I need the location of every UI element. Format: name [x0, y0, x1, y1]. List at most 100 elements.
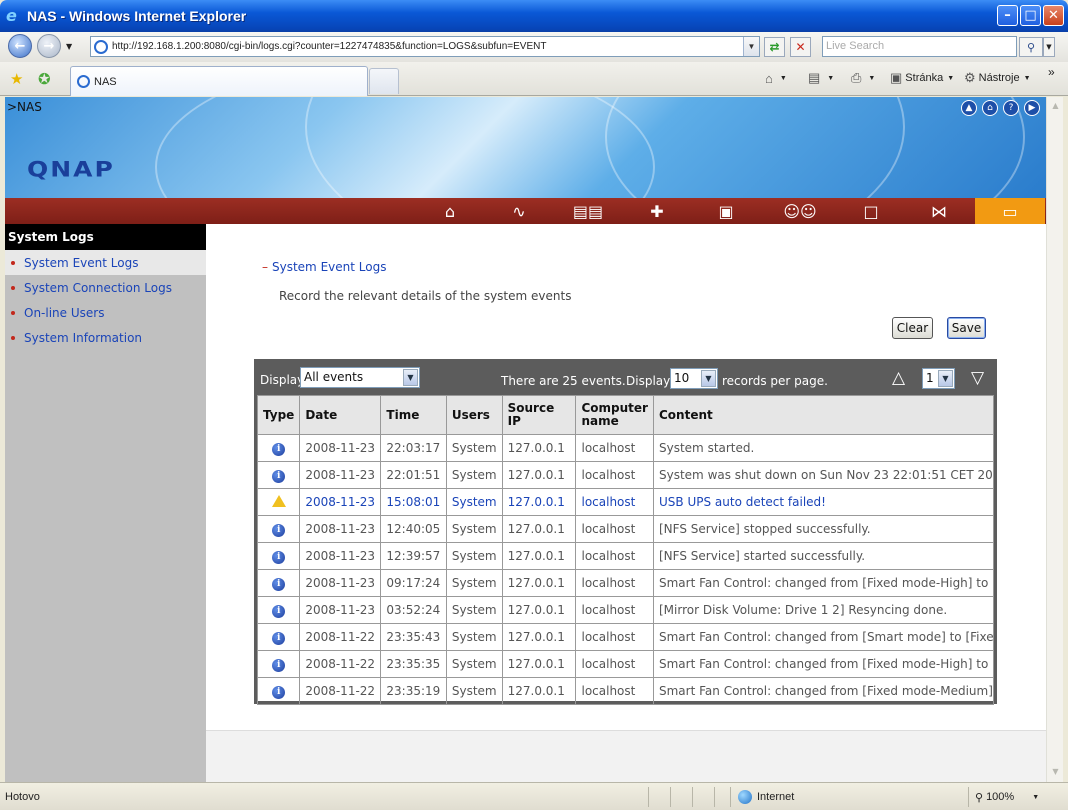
sidebar-item-system-event-logs[interactable]: System Event Logs — [5, 250, 206, 275]
tab-nas[interactable]: NAS — [70, 66, 368, 96]
events-count-text: There are 25 events. — [501, 374, 626, 388]
page-menu[interactable]: ▣ Stránka ▼ — [890, 68, 954, 88]
chevron-more-icon[interactable]: » — [1048, 62, 1055, 82]
sidebar-item-online-users[interactable]: On-line Users — [5, 300, 206, 325]
cell-computer-name: localhost — [575, 569, 654, 597]
window-title-bar: e NAS - Windows Internet Explorer – □ ✕ — [0, 0, 1068, 32]
print-button[interactable]: ⎙ ▼ — [851, 68, 875, 88]
cell-type — [256, 488, 301, 516]
new-tab-button[interactable] — [369, 68, 399, 94]
table-row[interactable]: 2008-11-23 15:08:01 System 127.0.0.1 localho… — [256, 488, 994, 516]
zoom-dropdown-icon: ▼ — [1032, 793, 1040, 801]
nav-logs-icon[interactable]: ▭ — [975, 198, 1045, 224]
tools-menu[interactable]: ⚙ Nástroje ▼ — [964, 68, 1031, 88]
feeds-button[interactable]: ▤ ▼ — [808, 68, 834, 88]
nav-tools-icon[interactable]: ⋈ — [913, 201, 965, 221]
search-options-dropdown-icon[interactable]: ▼ — [1043, 37, 1055, 57]
stop-button[interactable]: ✕ — [790, 37, 811, 57]
page-menu-icon: ▣ — [890, 70, 903, 85]
cell-computer-name: localhost — [575, 515, 654, 543]
nav-device-icon[interactable]: ▤▤ — [562, 201, 614, 221]
maximize-button[interactable]: □ — [1020, 5, 1041, 26]
column-header-type: Type — [256, 395, 301, 435]
home-icon: ⌂ — [765, 70, 773, 86]
next-page-icon[interactable]: ▽ — [971, 368, 984, 388]
up-icon[interactable]: ▲ — [961, 100, 977, 116]
home-button[interactable]: ⌂ ▼ — [765, 68, 787, 88]
cell-date: 2008-11-23 — [299, 461, 382, 489]
cell-content: [Mirror Disk Volume: Drive 1 2] Resyncin… — [653, 596, 994, 624]
security-zone[interactable]: Internet — [738, 787, 794, 807]
table-row[interactable]: i 2008-11-23 12:39:57 System 127.0.0.1 localh… — [256, 542, 994, 570]
table-row[interactable]: i 2008-11-23 22:01:51 System 127.0.0.1 localh… — [256, 461, 994, 489]
cell-type: i — [256, 650, 301, 678]
search-input[interactable]: Live Search — [822, 36, 1017, 57]
scroll-up-icon[interactable]: ▲ — [1049, 99, 1062, 112]
prev-page-icon[interactable]: △ — [892, 368, 905, 388]
sidebar-item-label: System Connection Logs — [24, 280, 172, 295]
sidebar-item-system-information[interactable]: System Information — [5, 325, 206, 350]
table-row[interactable]: i 2008-11-22 23:35:19 System 127.0.0.1 localh… — [256, 677, 994, 705]
table-row[interactable]: i 2008-11-22 23:35:35 System 127.0.0.1 localh… — [256, 650, 994, 678]
tools-menu-label: Nástroje — [978, 72, 1020, 84]
cell-time: 12:40:05 — [380, 515, 447, 543]
cell-date: 2008-11-22 — [299, 677, 382, 705]
bullet-icon — [11, 310, 15, 315]
address-field[interactable]: http://192.168.1.200:8080/cgi-bin/logs.c… — [90, 36, 760, 57]
cell-source-ip: 127.0.0.1 — [501, 596, 577, 624]
add-favorites-icon[interactable]: ✪ — [38, 70, 51, 88]
cell-content: Smart Fan Control: changed from [Fixed m… — [653, 677, 994, 705]
cell-content: System was shut down on Sun Nov 23 22:01… — [653, 461, 994, 489]
table-row[interactable]: i 2008-11-22 23:35:43 System 127.0.0.1 localh… — [256, 623, 994, 651]
globe-icon — [738, 790, 752, 804]
nav-folder-icon[interactable]: □ — [845, 201, 897, 221]
forward-button[interactable]: → — [37, 34, 61, 58]
cell-source-ip: 127.0.0.1 — [501, 650, 577, 678]
table-row[interactable]: i 2008-11-23 22:03:17 System 127.0.0.1 localh… — [256, 434, 994, 462]
history-dropdown-icon[interactable]: ▼ — [66, 42, 72, 51]
cell-time: 09:17:24 — [380, 569, 447, 597]
event-log-panel: Display All events ▼ There are 25 events… — [254, 359, 997, 705]
cell-type: i — [256, 623, 301, 651]
event-log-rows: i 2008-11-23 22:03:17 System 127.0.0.1 localh… — [256, 434, 994, 705]
nav-users-icon[interactable]: ☺☺ — [774, 201, 826, 221]
collapse-dash-icon[interactable]: – — [262, 260, 268, 274]
address-dropdown-icon[interactable]: ▼ — [743, 37, 759, 56]
cell-type: i — [256, 461, 301, 489]
cell-computer-name: localhost — [575, 596, 654, 624]
nav-home-icon[interactable]: ⌂ — [424, 201, 476, 221]
tab-label: NAS — [94, 75, 117, 88]
favorites-star-icon[interactable]: ★ — [10, 70, 23, 88]
main-nav-bar: ⌂ ∿ ▤▤ ✚ ▣ ☺☺ □ ⋈ ▭ — [5, 198, 1046, 224]
logout-icon[interactable]: ▶ — [1024, 100, 1040, 116]
status-divider — [714, 787, 715, 807]
clear-button[interactable]: Clear — [892, 317, 933, 339]
table-row[interactable]: i 2008-11-23 09:17:24 System 127.0.0.1 localh… — [256, 569, 994, 597]
home-icon[interactable]: ⌂ — [982, 100, 998, 116]
event-filter-select[interactable]: All events ▼ — [300, 367, 420, 388]
tab-toolbar: ★ ✪ NAS ⌂ ▼ ▤ ▼ ⎙ ▼ ▣ Stránka ▼ ⚙ Nástroje ▼ » — [0, 62, 1068, 96]
nav-disk-icon[interactable]: ✚ — [631, 201, 683, 221]
save-button[interactable]: Save — [947, 317, 986, 339]
zoom-control[interactable]: ⚲ 100% ▼ — [975, 787, 1039, 807]
per-page-select[interactable]: 10 ▼ — [670, 368, 718, 389]
minimize-button[interactable]: – — [997, 5, 1018, 26]
cell-computer-name: localhost — [575, 623, 654, 651]
cell-user: System — [445, 515, 503, 543]
vertical-scrollbar[interactable]: ▲ ▼ — [1046, 97, 1063, 782]
cell-computer-name: localhost — [575, 434, 654, 462]
back-button[interactable]: ← — [8, 34, 32, 58]
search-icon[interactable]: ⚲ — [1019, 37, 1043, 57]
table-row[interactable]: i 2008-11-23 12:40:05 System 127.0.0.1 localh… — [256, 515, 994, 543]
refresh-button[interactable]: ⇄ — [764, 37, 785, 57]
scroll-down-icon[interactable]: ▼ — [1049, 765, 1062, 778]
close-button[interactable]: ✕ — [1043, 5, 1064, 26]
cell-user: System — [445, 569, 503, 597]
nav-storage-icon[interactable]: ▣ — [700, 201, 752, 221]
help-icon[interactable]: ? — [1003, 100, 1019, 116]
nav-network-icon[interactable]: ∿ — [493, 201, 545, 221]
sidebar-item-system-connection-logs[interactable]: System Connection Logs — [5, 275, 206, 300]
page-select[interactable]: 1 ▼ — [922, 368, 955, 389]
table-row[interactable]: i 2008-11-23 03:52:24 System 127.0.0.1 localh… — [256, 596, 994, 624]
info-icon: i — [272, 551, 286, 564]
